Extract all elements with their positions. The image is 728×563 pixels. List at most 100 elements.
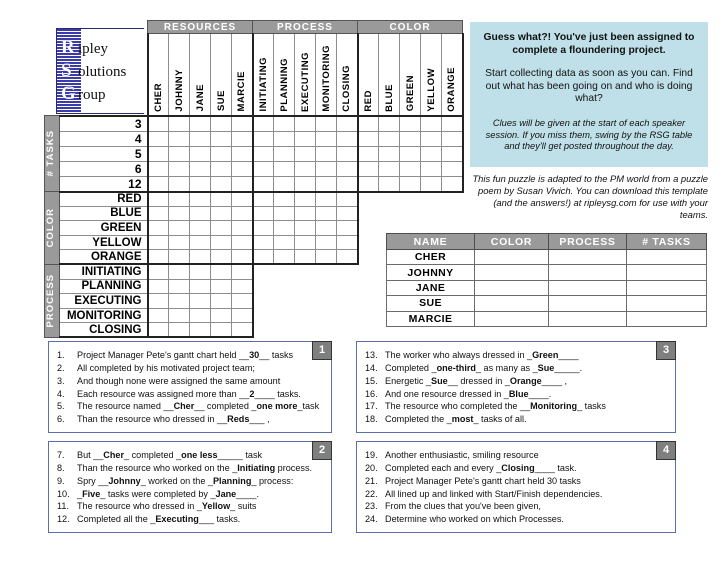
grid-mark-cell[interactable]	[273, 175, 295, 193]
grid-mark-cell[interactable]	[231, 220, 253, 236]
grid-mark-cell[interactable]	[189, 220, 211, 236]
answer-tasks-cell[interactable]	[626, 295, 707, 312]
grid-mark-cell[interactable]	[146, 205, 169, 222]
grid-mark-cell[interactable]	[146, 220, 169, 236]
grid-mark-cell[interactable]	[294, 205, 316, 222]
grid-mark-cell[interactable]	[251, 160, 274, 177]
grid-mark-cell[interactable]	[146, 249, 169, 266]
answer-table[interactable]: Name Color Process # Tasks Cher Johnny Jane Sue…	[386, 233, 707, 327]
grid-mark-cell[interactable]	[231, 205, 253, 222]
grid-mark-cell[interactable]	[189, 205, 211, 222]
grid-mark-cell[interactable]	[315, 190, 337, 207]
grid-mark-cell[interactable]	[231, 322, 254, 339]
grid-mark-cell[interactable]	[441, 130, 464, 147]
grid-mark-cell[interactable]	[168, 278, 190, 295]
grid-mark-cell[interactable]	[399, 145, 421, 162]
grid-mark-cell[interactable]	[420, 160, 442, 177]
grid-mark-cell[interactable]	[168, 130, 190, 147]
answer-tasks-cell[interactable]	[626, 248, 707, 266]
grid-mark-cell[interactable]	[168, 190, 190, 207]
grid-mark-cell[interactable]	[315, 114, 337, 132]
grid-mark-cell[interactable]	[210, 234, 232, 251]
grid-mark-cell[interactable]	[420, 130, 442, 147]
grid-mark-cell[interactable]	[294, 175, 316, 193]
grid-mark-cell[interactable]	[356, 114, 379, 132]
grid-mark-cell[interactable]	[231, 293, 254, 309]
grid-mark-cell[interactable]	[146, 278, 169, 295]
answer-color-cell[interactable]	[474, 264, 549, 281]
grid-mark-cell[interactable]	[146, 263, 169, 280]
grid-mark-cell[interactable]	[168, 145, 190, 162]
grid-mark-cell[interactable]	[273, 234, 295, 251]
grid-mark-cell[interactable]	[315, 234, 337, 251]
grid-mark-cell[interactable]	[378, 130, 400, 147]
grid-mark-cell[interactable]	[189, 249, 211, 266]
answer-color-cell[interactable]	[474, 310, 549, 327]
grid-mark-cell[interactable]	[189, 114, 211, 132]
grid-mark-cell[interactable]	[210, 249, 232, 266]
grid-mark-cell[interactable]	[294, 145, 316, 162]
grid-mark-cell[interactable]	[251, 205, 274, 222]
grid-mark-cell[interactable]	[399, 130, 421, 147]
grid-mark-cell[interactable]	[168, 234, 190, 251]
grid-mark-cell[interactable]	[146, 130, 169, 147]
grid-mark-cell[interactable]	[168, 160, 190, 177]
grid-mark-cell[interactable]	[210, 220, 232, 236]
grid-mark-cell[interactable]	[189, 130, 211, 147]
grid-mark-cell[interactable]	[441, 160, 464, 177]
grid-mark-cell[interactable]	[146, 190, 169, 207]
grid-mark-cell[interactable]	[189, 234, 211, 251]
grid-mark-cell[interactable]	[336, 175, 358, 193]
grid-mark-cell[interactable]	[168, 249, 190, 266]
grid-mark-cell[interactable]	[273, 160, 295, 177]
grid-mark-cell[interactable]	[231, 307, 254, 324]
grid-mark-cell[interactable]	[168, 205, 190, 222]
grid-mark-cell[interactable]	[273, 249, 295, 266]
grid-mark-cell[interactable]	[294, 249, 316, 266]
grid-mark-cell[interactable]	[251, 234, 274, 251]
grid-mark-cell[interactable]	[251, 114, 274, 132]
grid-mark-cell[interactable]	[231, 263, 254, 280]
grid-mark-cell[interactable]	[168, 175, 190, 193]
answer-process-cell[interactable]	[548, 248, 627, 266]
grid-mark-cell[interactable]	[378, 160, 400, 177]
grid-mark-cell[interactable]	[231, 234, 253, 251]
grid-mark-cell[interactable]	[273, 130, 295, 147]
grid-mark-cell[interactable]	[146, 234, 169, 251]
grid-mark-cell[interactable]	[315, 145, 337, 162]
answer-process-cell[interactable]	[548, 295, 627, 312]
grid-mark-cell[interactable]	[168, 263, 190, 280]
grid-mark-cell[interactable]	[231, 160, 253, 177]
grid-mark-cell[interactable]	[356, 130, 379, 147]
grid-mark-cell[interactable]	[231, 190, 253, 207]
grid-mark-cell[interactable]	[315, 160, 337, 177]
grid-mark-cell[interactable]	[420, 114, 442, 132]
grid-mark-cell[interactable]	[189, 263, 211, 280]
grid-mark-cell[interactable]	[231, 114, 253, 132]
grid-mark-cell[interactable]	[231, 249, 253, 266]
grid-mark-cell[interactable]	[231, 145, 253, 162]
grid-mark-cell[interactable]	[210, 130, 232, 147]
grid-mark-cell[interactable]	[273, 205, 295, 222]
grid-mark-cell[interactable]	[399, 175, 421, 193]
grid-mark-cell[interactable]	[189, 307, 211, 324]
grid-mark-cell[interactable]	[315, 175, 337, 193]
grid-mark-cell[interactable]	[336, 220, 359, 236]
grid-mark-cell[interactable]	[189, 293, 211, 309]
grid-mark-cell[interactable]	[189, 278, 211, 295]
grid-mark-cell[interactable]	[336, 190, 359, 207]
grid-mark-cell[interactable]	[315, 249, 337, 266]
grid-mark-cell[interactable]	[210, 322, 232, 339]
answer-process-cell[interactable]	[548, 279, 627, 297]
grid-mark-cell[interactable]	[356, 145, 379, 162]
grid-mark-cell[interactable]	[210, 307, 232, 324]
grid-mark-cell[interactable]	[251, 220, 274, 236]
grid-mark-cell[interactable]	[336, 114, 358, 132]
grid-mark-cell[interactable]	[336, 145, 358, 162]
grid-mark-cell[interactable]	[273, 220, 295, 236]
answer-process-cell[interactable]	[548, 264, 627, 281]
grid-mark-cell[interactable]	[378, 145, 400, 162]
grid-mark-cell[interactable]	[168, 293, 190, 309]
grid-mark-cell[interactable]	[294, 160, 316, 177]
grid-mark-cell[interactable]	[251, 249, 274, 266]
